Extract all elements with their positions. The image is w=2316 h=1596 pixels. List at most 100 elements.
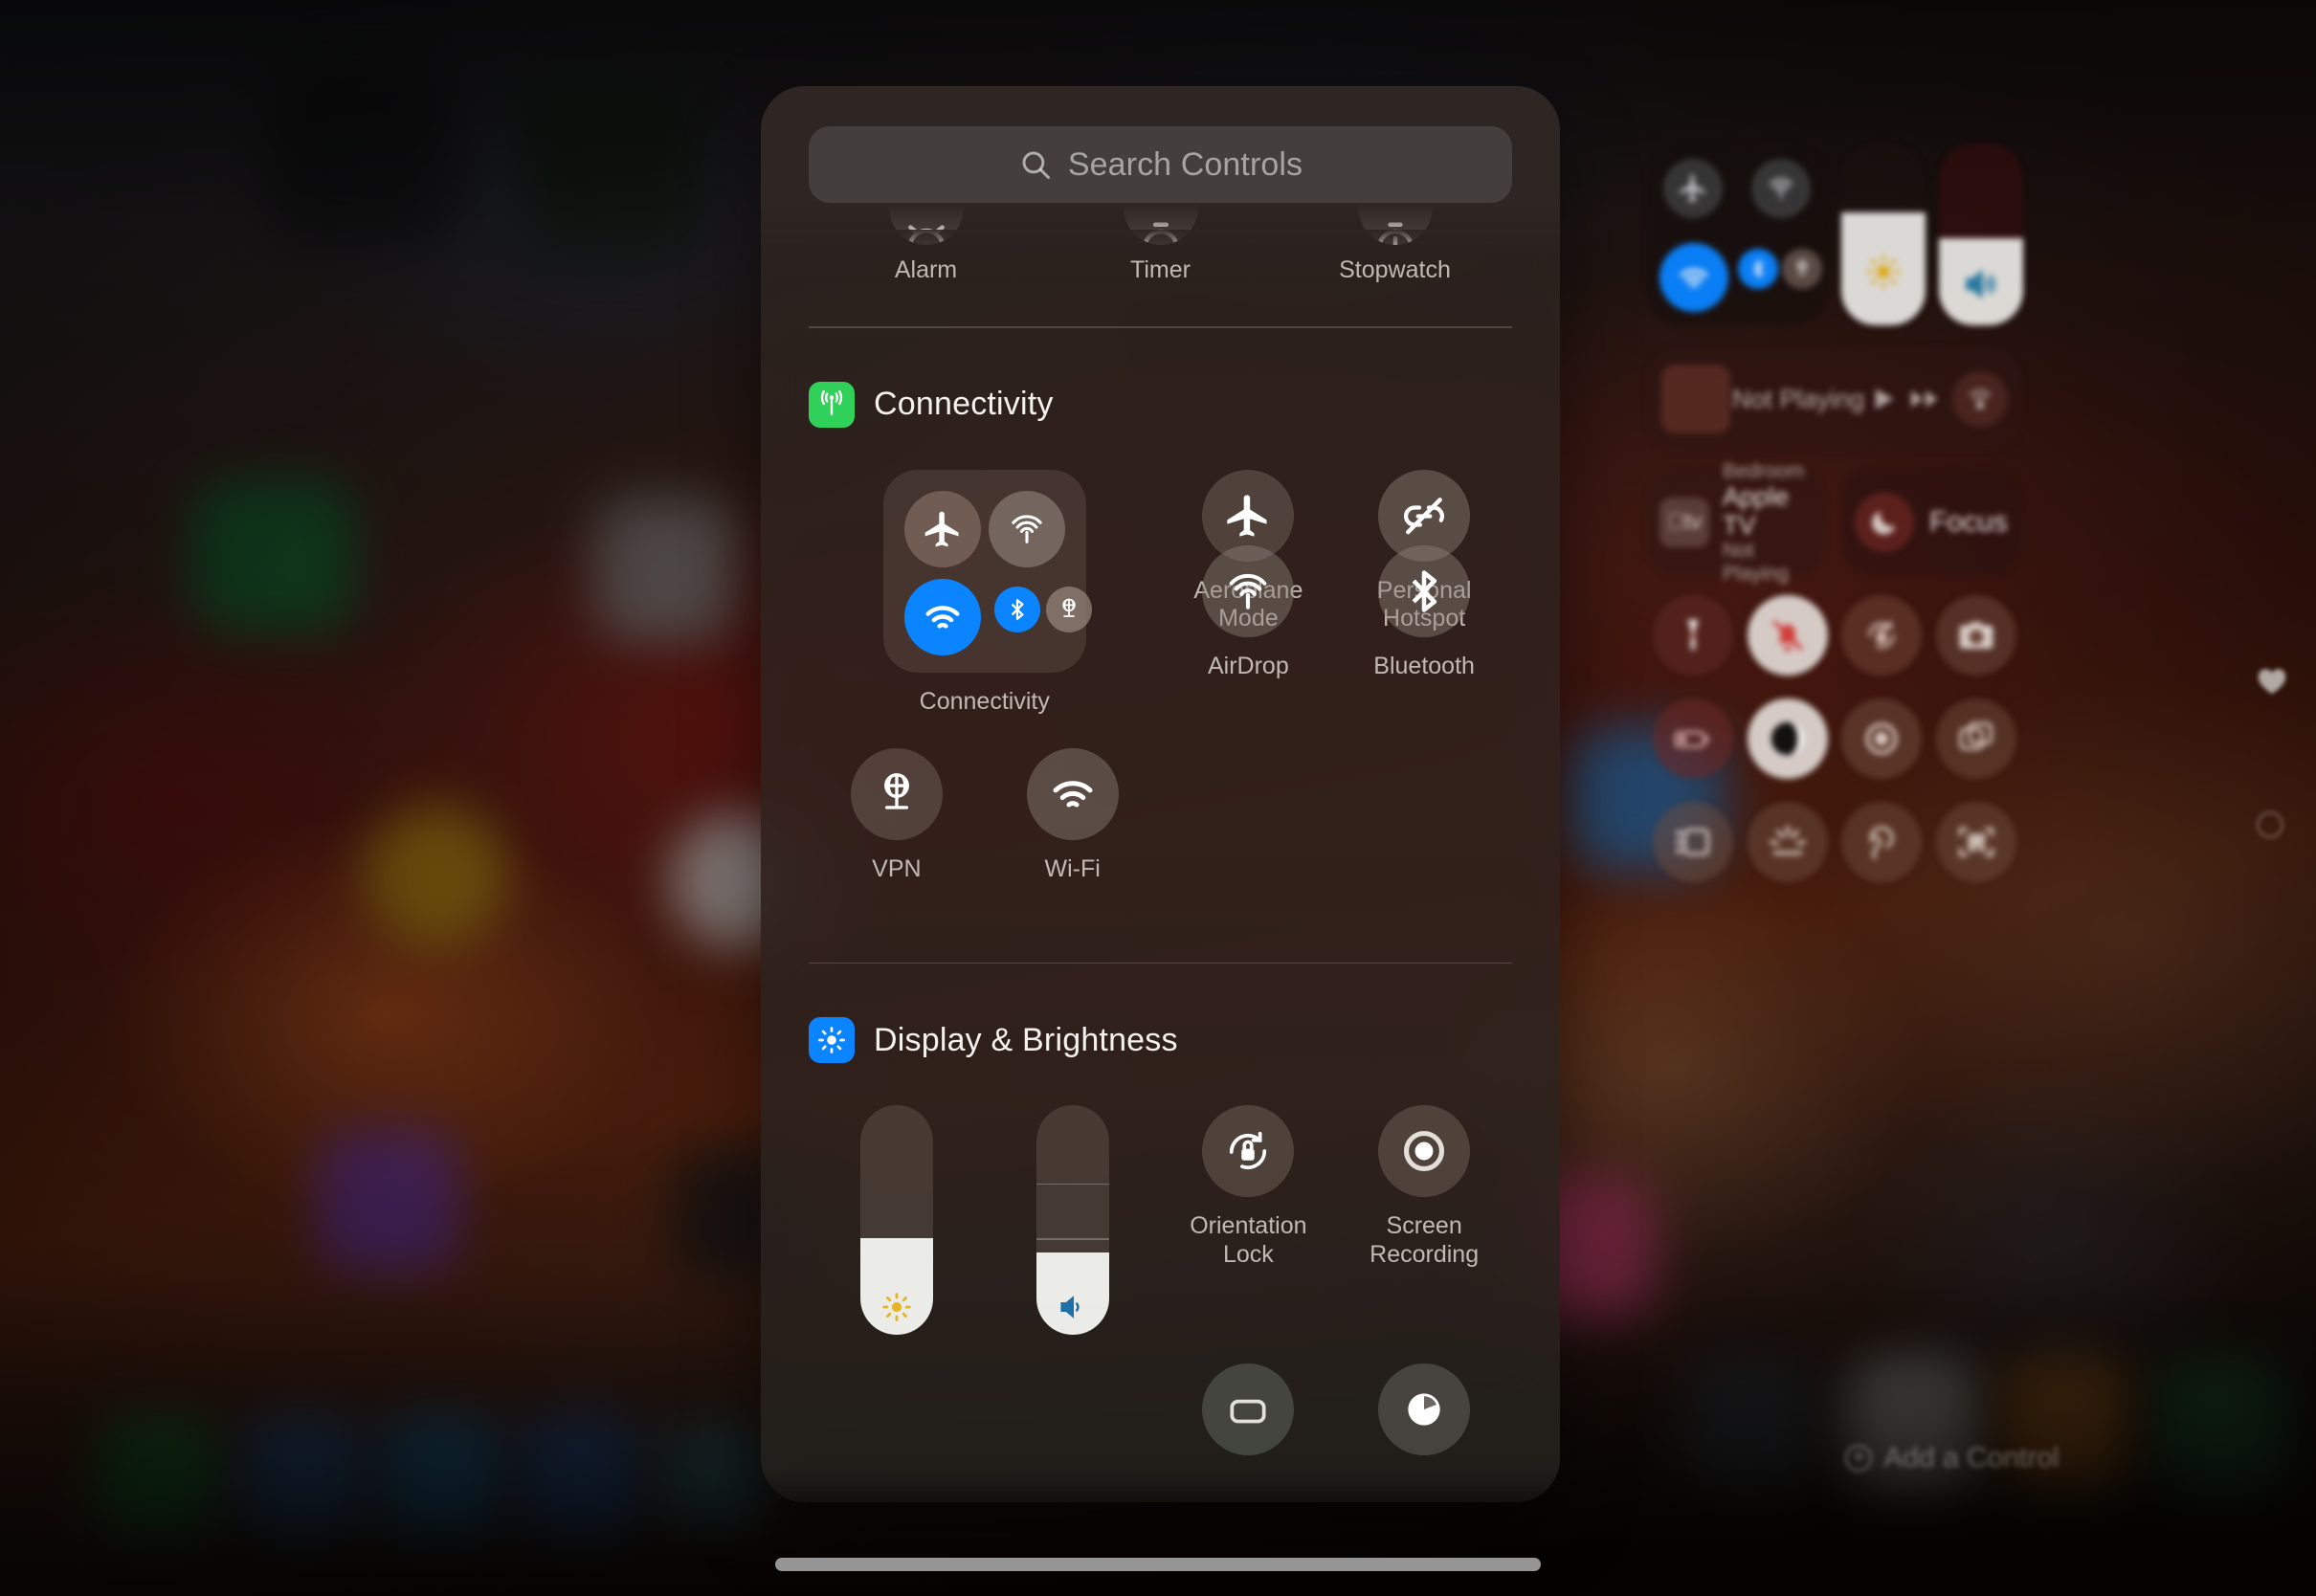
module-airdrop-toggle[interactable] [988, 490, 1065, 567]
timer-label: Timer [1130, 256, 1191, 283]
hearing-icon [1869, 826, 1894, 860]
cc-connectivity-group[interactable] [1646, 144, 1828, 325]
airdrop-icon [1769, 178, 1793, 200]
cc-bluetooth-toggle[interactable] [1738, 249, 1778, 289]
vpn-label: VPN [872, 855, 922, 882]
focus-icon-circle [1855, 493, 1914, 552]
brightness-glyph [860, 1291, 933, 1323]
airplane-icon [1227, 494, 1267, 537]
bluetooth-icon-circle [1378, 545, 1471, 637]
clipped-a-icon-circle [1202, 1363, 1295, 1455]
cc-vpn-toggle[interactable] [1782, 249, 1822, 289]
apple-tv-icon: tv [1659, 498, 1709, 547]
stage-manager-icon [1958, 721, 1993, 750]
connectivity-module[interactable] [882, 469, 1092, 673]
cc-brightness-slider[interactable] [1841, 144, 1926, 325]
circle-icon[interactable] [2254, 809, 2286, 841]
section-divider-1 [809, 326, 1512, 328]
connectivity-section-icon [809, 381, 855, 428]
cc-tile-qr-scanner[interactable] [1935, 802, 2016, 882]
speaker-icon [1060, 1296, 1080, 1319]
cc-tile-screen-recording[interactable] [1841, 698, 1923, 779]
cc-tile-stage-manager[interactable] [1935, 698, 2016, 779]
control-vpn[interactable]: VPN [809, 748, 985, 884]
orientation-lock-icon [1868, 621, 1895, 649]
search-placeholder: Search Controls [1067, 145, 1303, 183]
control-brightness-slider[interactable] [809, 1105, 985, 1335]
brightness-section-icon [809, 1017, 855, 1063]
volume-slider[interactable] [1036, 1105, 1109, 1335]
alarm-label: Alarm [894, 256, 958, 283]
personal-hotspot-off-icon [1404, 497, 1445, 534]
cc-tile-keyboard-brightness[interactable] [1747, 802, 1828, 882]
control-volume-slider[interactable] [985, 1105, 1161, 1335]
bluetooth-icon [1011, 598, 1024, 620]
controls-scroll-area[interactable]: Alarm Timer Stopwatch Connectivity Conne… [761, 86, 1560, 1502]
wifi-icon [925, 605, 960, 629]
control-screen-recording[interactable]: Screen Recording [1336, 1105, 1512, 1335]
display-brightness-grid: Orientation Lock Screen Recording [809, 1105, 1512, 1335]
cc-tile-flashlight[interactable] [1653, 595, 1734, 676]
heart-icon[interactable] [2256, 665, 2288, 696]
timer-circle-icon [1408, 1393, 1440, 1426]
module-bluetooth-toggle[interactable] [993, 586, 1040, 632]
airdrop-icon [1230, 573, 1267, 610]
screen-recording-icon [1404, 1130, 1445, 1172]
module-airplane-toggle[interactable] [903, 490, 981, 567]
search-input[interactable]: Search Controls [809, 126, 1512, 203]
fast-forward-icon[interactable] [1908, 385, 1943, 413]
wifi-label: Wi-Fi [1044, 855, 1101, 882]
home-indicator[interactable] [775, 1558, 1541, 1571]
search-icon [1022, 151, 1050, 179]
connectivity-title: Connectivity [874, 386, 1054, 422]
module-wifi-toggle[interactable] [903, 578, 981, 655]
section-header-connectivity: Connectivity [809, 381, 1512, 428]
bluetooth-label: Bluetooth [1373, 653, 1475, 679]
cc-tile-orientation-lock[interactable] [1841, 595, 1923, 676]
cc-tile-sidebar[interactable] [1653, 802, 1734, 882]
cc-apple-tv[interactable]: tv Bedroom Apple TV Not Playing [1646, 460, 1826, 585]
module-vpn-toggle[interactable] [1045, 586, 1092, 632]
focus-label: Focus [1929, 506, 2008, 538]
play-icon[interactable] [1866, 383, 1899, 415]
cc-tile-dark-mode[interactable] [1747, 698, 1828, 779]
control-connectivity-module[interactable]: Connectivity [809, 469, 1161, 717]
wifi-icon [1053, 781, 1093, 808]
cc-airdrop-toggle[interactable] [1751, 159, 1811, 218]
airdrop-label: AirDrop [1208, 653, 1289, 679]
silent-mode-icon [1772, 620, 1803, 652]
airplay-icon [1969, 389, 1992, 409]
search-controls-sheet: Alarm Timer Stopwatch Connectivity Conne… [761, 86, 1560, 1502]
low-power-mode-icon [1674, 731, 1709, 748]
cc-volume-slider[interactable] [1939, 144, 2023, 325]
control-bluetooth[interactable]: Bluetooth [1336, 545, 1512, 884]
control-clipped-a[interactable] [1161, 1363, 1337, 1455]
cc-wifi-toggle[interactable] [1659, 243, 1728, 312]
control-wifi[interactable]: Wi-Fi [985, 748, 1161, 884]
sun-icon [1866, 255, 1901, 289]
add-a-control-button[interactable]: + Add a Control [1646, 1433, 2259, 1483]
plus-circle-icon: + [1845, 1445, 1873, 1472]
control-airdrop[interactable]: AirDrop [1161, 545, 1337, 884]
cc-tile-camera[interactable] [1935, 595, 2016, 676]
cc-airplay-button[interactable] [1952, 371, 2008, 427]
connectivity-module-label: Connectivity [919, 687, 1050, 715]
clipped-bottom-row [809, 1363, 1512, 1455]
vpn-icon [1796, 259, 1808, 276]
cc-tile-silent-mode[interactable] [1747, 595, 1828, 676]
cc-airplane-toggle[interactable] [1663, 159, 1723, 218]
vpn-icon [1062, 598, 1076, 617]
cc-now-playing[interactable]: Not Playing [1646, 346, 2023, 452]
cc-focus[interactable]: Focus [1841, 469, 2023, 576]
control-orientation-lock[interactable]: Orientation Lock [1161, 1105, 1337, 1335]
orientation-lock-icon [1230, 1131, 1267, 1170]
screen-recording-icon [1865, 722, 1898, 755]
control-clipped-b[interactable] [1336, 1363, 1512, 1455]
stopwatch-label: Stopwatch [1339, 256, 1451, 283]
search-header: Search Controls [761, 86, 1560, 234]
apple-tv-room: Bedroom [1723, 459, 1805, 482]
brightness-slider[interactable] [859, 1105, 933, 1335]
volume-glyph [1036, 1291, 1109, 1323]
cc-tile-hearing[interactable] [1841, 802, 1923, 882]
cc-tile-low-power-mode[interactable] [1653, 698, 1734, 779]
